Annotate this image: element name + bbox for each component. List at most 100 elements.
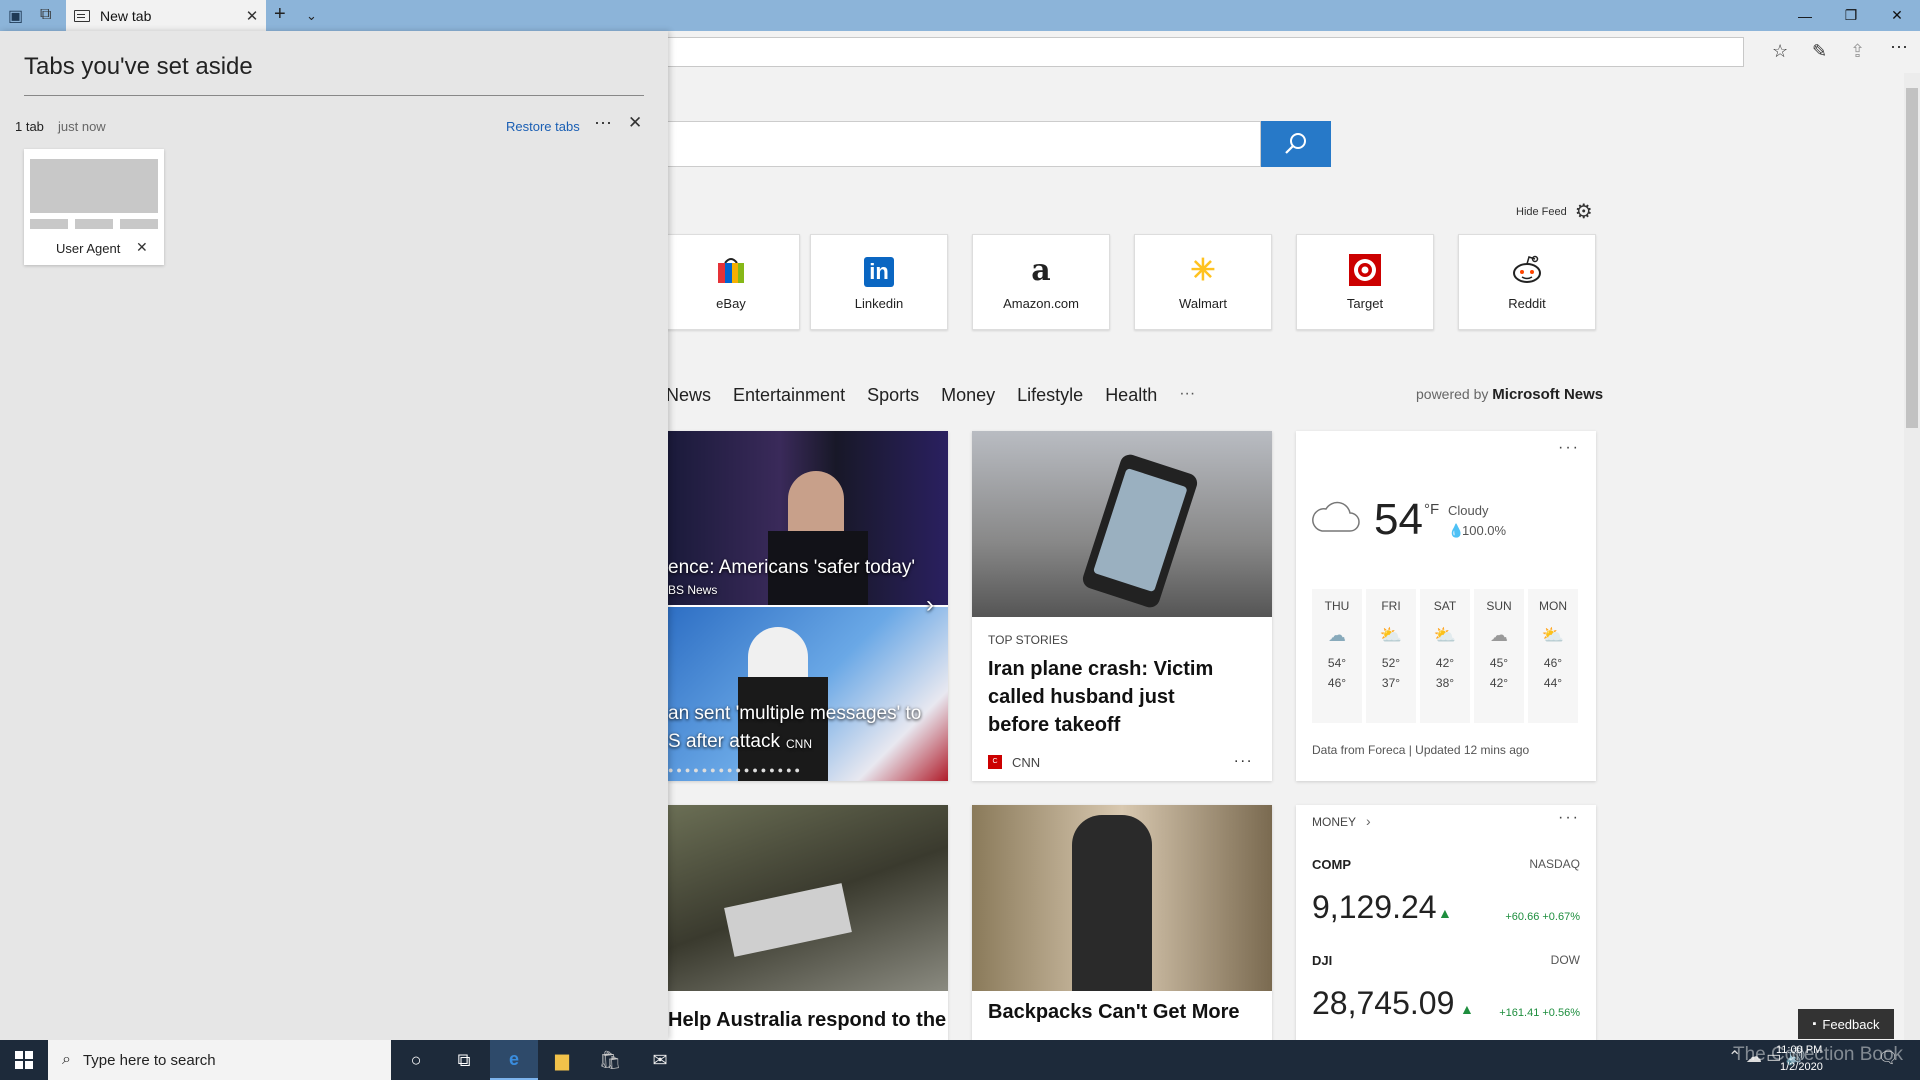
search-icon [1285,133,1306,154]
gear-icon[interactable]: ⚙ [1575,199,1593,224]
site-tile-ebay[interactable]: eBay [668,234,800,330]
restore-icon[interactable]: ❐ [1828,0,1874,31]
set-aside-tabs-icon[interactable]: ⧉ [40,6,51,24]
powered-by: powered by Microsoft News [1416,386,1604,403]
taskbar-search-input[interactable]: ⌕ Type here to search [48,1040,391,1080]
money-more-icon[interactable]: ··· [1558,809,1580,827]
site-tile-amazon[interactable]: a Amazon.com [972,234,1110,330]
story-headline[interactable]: Iran plane crash: Victim called husband … [988,655,1238,739]
category-sports[interactable]: Sports [867,385,919,406]
taskbar-date[interactable]: 1/2/2020 [1780,1061,1823,1073]
forecast-day[interactable]: SAT ⛅ 42° 38° [1420,589,1470,723]
address-bar[interactable] [668,37,1744,67]
exchange-name: DOW [1550,953,1580,967]
group-time: just now [58,119,106,134]
category-lifestyle[interactable]: Lifestyle [1017,385,1083,406]
news-image [972,805,1272,991]
mail-icon[interactable]: ✉ [636,1040,684,1080]
site-tile-target[interactable]: Target [1296,234,1434,330]
search-button[interactable] [1261,121,1331,167]
taskbar-time[interactable]: 11:00 PM [1776,1044,1822,1056]
category-health[interactable]: Health [1105,385,1157,406]
ticker-value: 28,745.09 [1312,985,1455,1021]
tabs-aside-icon[interactable]: ▣ [8,6,23,26]
top-story-card[interactable]: TOP STORIES Iran plane crash: Victim cal… [972,431,1272,781]
ticker-change: +60.66 +0.67% [1505,911,1580,923]
exchange-name: NASDAQ [1529,857,1580,871]
close-icon[interactable]: ✕ [1874,0,1920,31]
carousel-headline-1[interactable]: ence: Americans 'safer today' [668,557,915,579]
tab-new-tab[interactable]: New tab ✕ [66,0,266,31]
plus-icon[interactable]: + [274,3,286,26]
weather-more-icon[interactable]: ··· [1558,439,1580,457]
temperature-unit[interactable]: °F [1424,501,1439,518]
weather-condition: Cloudy [1448,503,1489,518]
weather-card[interactable]: ··· 54 °F Cloudy 💧 100.0% THU ☁ 54° 46° FRI… [1296,431,1596,781]
rain-cloud-icon: ☁ [1328,625,1346,645]
more-icon[interactable]: ⋯ [594,113,612,134]
minimize-icon[interactable]: — [1782,0,1828,31]
category-news[interactable]: News [668,385,711,406]
forecast-day[interactable]: SUN ☁ 45° 42° [1474,589,1524,723]
favorites-icon[interactable]: ☆ [1772,41,1788,62]
store-icon[interactable]: 🛍 [586,1040,634,1080]
category-nav: News Entertainment Sports Money Lifestyl… [668,385,1195,406]
site-tile-walmart[interactable]: ✳ Walmart [1134,234,1272,330]
up-arrow-icon: ▲ [1438,905,1452,921]
news-card[interactable]: Help Australia respond to the [668,805,948,1040]
news-image [668,805,948,991]
forecast-day[interactable]: FRI ⛅ 52° 37° [1366,589,1416,723]
search-input[interactable] [668,121,1261,167]
news-card[interactable]: Backpacks Can't Get More [972,805,1272,1040]
share-icon[interactable]: ⇪ [1850,41,1865,62]
forecast-day[interactable]: THU ☁ 54° 46° [1312,589,1362,723]
cloud-icon [1312,501,1360,532]
new-tab-page: Hide Feed ⚙ eBay in Linkedin a Amazon.co… [668,73,1900,1040]
scrollbar-thumb[interactable] [1906,88,1918,428]
cortana-icon[interactable]: ○ [392,1040,440,1080]
ticker-symbol[interactable]: DJI [1312,953,1332,968]
close-icon[interactable]: ✕ [136,239,148,256]
chevron-right-icon[interactable]: › [926,591,934,619]
feedback-button[interactable]: ▪ Feedback [1798,1009,1894,1039]
chevron-right-icon[interactable]: › [1366,813,1371,829]
pane-title: Tabs you've set aside [24,53,253,80]
ticker-symbol[interactable]: COMP [1312,857,1351,872]
windows-start-icon[interactable] [0,1040,48,1080]
more-icon[interactable]: ⋯ [1890,37,1908,58]
chevron-down-icon[interactable]: ⌄ [306,8,317,24]
edge-icon[interactable]: e [490,1040,538,1080]
site-tile-linkedin[interactable]: in Linkedin [810,234,948,330]
file-explorer-icon[interactable]: ▆ [538,1040,586,1080]
walmart-icon: ✳ [1190,253,1216,287]
site-tile-reddit[interactable]: Reddit [1458,234,1596,330]
close-tab-icon[interactable]: ✕ [238,7,266,25]
pen-icon[interactable]: ✎ [1812,41,1827,62]
task-view-icon[interactable]: ⧉ [440,1040,488,1080]
weather-footer[interactable]: Data from Foreca | Updated 12 mins ago [1312,743,1529,757]
restore-tabs-link[interactable]: Restore tabs [506,119,580,134]
tab-title: New tab [100,7,152,24]
up-arrow-icon: ▲ [1460,1001,1474,1017]
category-entertainment[interactable]: Entertainment [733,385,845,406]
story-more-icon[interactable]: ... [1234,749,1253,767]
notification-icon[interactable]: 🗨 [1878,1048,1898,1068]
story-headline[interactable]: Help Australia respond to the [668,1009,946,1032]
hide-feed[interactable]: Hide Feed ⚙ [1516,199,1593,224]
ticker-change: +161.41 +0.56% [1499,1007,1580,1019]
reddit-icon [1510,253,1544,287]
carousel-headline-2[interactable]: an sent 'multiple messages' to [668,703,921,725]
thumbnail-preview [30,159,158,213]
category-money[interactable]: Money [941,385,995,406]
money-title[interactable]: MONEY [1312,815,1356,829]
news-carousel[interactable]: ence: Americans 'safer today' BS News an… [668,431,948,781]
story-headline[interactable]: Backpacks Can't Get More [988,1001,1240,1024]
aside-tab-thumbnail[interactable]: User Agent ✕ [24,149,164,265]
site-label: Reddit [1508,296,1546,311]
close-icon[interactable]: ✕ [628,113,642,133]
carousel-headline-2b[interactable]: S after attack [668,731,780,753]
money-card[interactable]: MONEY › ··· COMP NASDAQ 9,129.24 ▲ +60.6… [1296,805,1596,1040]
more-categories-icon[interactable]: ··· [1179,385,1195,406]
forecast-day[interactable]: MON ⛅ 46° 44° [1528,589,1578,723]
carousel-dots[interactable]: ●●●●●●●●●●●●●●●● [668,765,803,775]
